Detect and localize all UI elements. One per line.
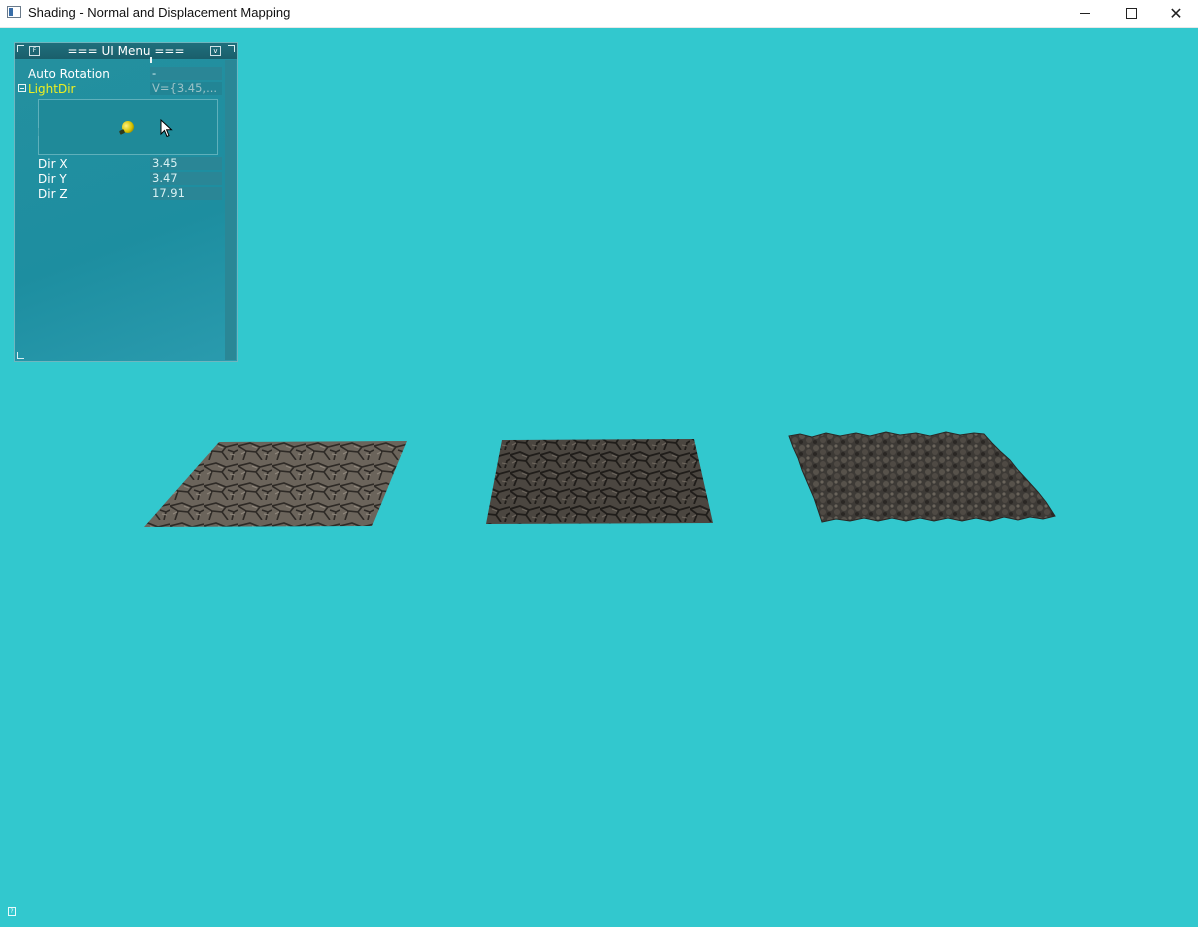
minimize-icon [1080,13,1090,14]
dir-x-row[interactable]: Dir X 3.45 [15,157,225,171]
dir-z-row[interactable]: Dir Z 17.91 [15,187,225,201]
panel-scrollbar[interactable] [225,60,236,360]
resize-handle-bottom-left[interactable] [17,352,24,359]
value-column-divider[interactable] [150,57,152,63]
maximize-icon [1125,8,1137,19]
ui-menu-header[interactable]: F === UI Menu === v [15,43,237,59]
widget-tick [38,128,39,136]
light-dir-value: V={3.45,... [150,82,222,95]
textured-stone-plane [144,441,407,527]
light-dir-label[interactable]: LightDir [28,82,75,96]
dir-y-label: Dir Y [38,172,67,186]
dir-x-label: Dir X [38,157,68,171]
dir-x-value[interactable]: 3.45 [150,157,222,170]
dir-y-value[interactable]: 3.47 [150,172,222,185]
light-dir-row[interactable]: LightDir V={3.45,... [15,82,225,96]
resize-handle-top-left[interactable] [17,45,24,52]
displacement-mapped-stone-plane [788,431,1056,523]
light-bulb-icon[interactable] [120,119,136,135]
dir-y-row[interactable]: Dir Y 3.47 [15,172,225,186]
auto-rotation-value[interactable]: - [150,67,222,80]
minimize-panel-icon[interactable]: v [210,46,221,56]
auto-rotation-label: Auto Rotation [28,67,110,81]
app-icon [7,6,21,18]
help-icon[interactable]: ? [8,907,16,916]
window-title: Shading - Normal and Displacement Mappin… [28,5,291,20]
ui-menu-panel[interactable]: F === UI Menu === v Auto Rotation - Ligh… [14,42,238,362]
minimize-button[interactable] [1062,0,1108,27]
maximize-button[interactable] [1108,0,1154,27]
dir-z-label: Dir Z [38,187,68,201]
auto-rotation-row[interactable]: Auto Rotation - [15,67,225,81]
mouse-cursor-icon [160,119,173,138]
window-title-bar[interactable]: Shading - Normal and Displacement Mappin… [0,0,1198,28]
dir-z-value[interactable]: 17.91 [150,187,222,200]
normal-mapped-stone-plane [486,439,713,524]
close-button[interactable]: ✕ [1153,0,1198,27]
close-icon: ✕ [1169,4,1183,23]
light-direction-widget[interactable] [38,99,218,155]
collapse-icon[interactable] [18,84,26,92]
resize-handle-top-right[interactable] [228,45,235,52]
ui-menu-title: === UI Menu === [67,44,185,58]
